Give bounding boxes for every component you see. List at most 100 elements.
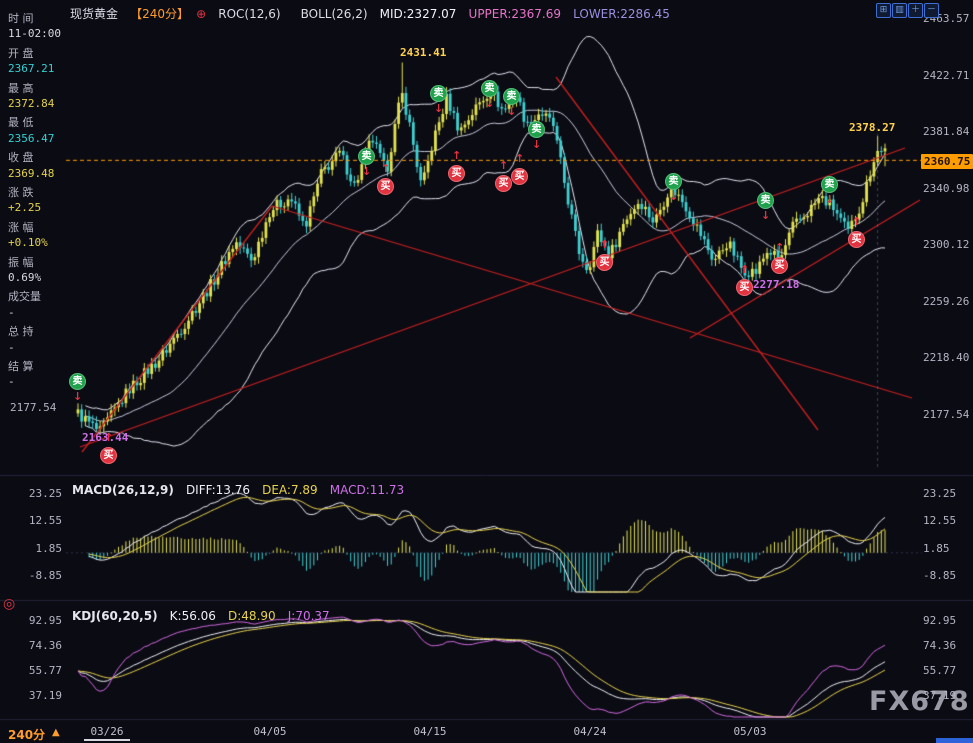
price-annotation: 2277.18	[753, 278, 799, 291]
price-annotation: 2431.41	[400, 46, 446, 59]
date-axis-label: 04/15	[408, 725, 452, 738]
macd-axis-label: 23.25	[18, 487, 62, 500]
date-axis-label: 04/24	[568, 725, 612, 738]
sell-signal-marker[interactable]: 卖	[430, 85, 447, 102]
sidebar-field-value: +0.10%	[8, 236, 48, 249]
buy-signal-marker[interactable]: 买	[771, 257, 788, 274]
timeframe-arrow-icon[interactable]: ▲	[52, 727, 60, 738]
signal-arrow-icon: ↓	[73, 390, 82, 403]
sidebar-field-label: 收 盘	[8, 149, 34, 165]
sidebar-field-label: 涨 跌	[8, 184, 34, 200]
period-selector[interactable]: 【240分】	[130, 7, 189, 21]
sidebar-field-value: +2.25	[8, 201, 41, 214]
price-axis-label: 2422.71	[923, 69, 969, 82]
signal-arrow-icon: ↑	[515, 152, 524, 165]
price-axis-min-label: 2177.54	[10, 401, 56, 414]
candle-style-icon[interactable]: ▥	[892, 3, 907, 18]
date-axis-label: 04/05	[248, 725, 292, 738]
locate-icon[interactable]: ◎	[3, 596, 15, 612]
macd-macd-value: MACD:11.73	[330, 483, 404, 497]
buy-signal-marker[interactable]: 买	[736, 279, 753, 296]
sell-signal-marker[interactable]: 卖	[528, 121, 545, 138]
kdj-axis-label: 37.19	[923, 689, 956, 702]
kdj-k-value: K:56.06	[170, 609, 216, 623]
macd-title[interactable]: MACD(26,12,9)	[72, 483, 174, 497]
signal-arrow-icon: ↓	[507, 105, 516, 118]
kdj-axis-label: 74.36	[18, 639, 62, 652]
macd-header: MACD(26,12,9) DIFF:13.76 DEA:7.89 MACD:1…	[72, 479, 411, 498]
chart-overlay: 现货黄金 【240分】 ⊕ ROC(12,6) BOLL(26,2) MID:2…	[0, 0, 973, 743]
macd-axis-label: 23.25	[923, 487, 956, 500]
price-annotation: 2163.44	[82, 431, 128, 444]
sell-signal-marker[interactable]: 卖	[821, 176, 838, 193]
kdj-axis-label: 92.95	[18, 614, 62, 627]
sell-signal-marker[interactable]: 卖	[665, 173, 682, 190]
price-axis-label: 2218.40	[923, 351, 969, 364]
buy-signal-marker[interactable]: 买	[448, 165, 465, 182]
buy-signal-marker[interactable]: 买	[377, 178, 394, 195]
signal-arrow-icon: ↑	[775, 241, 784, 254]
date-axis-label: 03/26	[85, 725, 129, 738]
signal-arrow-icon: ↓	[434, 102, 443, 115]
sidebar-field-label: 总 持	[8, 323, 34, 339]
scrollbar-thumb[interactable]	[936, 738, 973, 743]
sidebar-field-label: 时 间	[8, 10, 34, 26]
refresh-icon[interactable]: ⊕	[196, 7, 206, 21]
macd-axis-label: 1.85	[18, 542, 62, 555]
price-axis-label: 2300.12	[923, 238, 969, 251]
buy-signal-marker[interactable]: 买	[848, 231, 865, 248]
kdj-axis-label: 74.36	[923, 639, 956, 652]
kdj-axis-label: 55.77	[18, 664, 62, 677]
macd-dea-value: DEA:7.89	[262, 483, 318, 497]
buy-signal-marker[interactable]: 买	[495, 175, 512, 192]
date-axis-label: 05/03	[728, 725, 772, 738]
buy-signal-marker[interactable]: 买	[596, 254, 613, 271]
sidebar-field-value: -	[8, 341, 15, 354]
kdj-d-value: D:48.90	[228, 609, 276, 623]
sell-signal-marker[interactable]: 卖	[481, 80, 498, 97]
signal-arrow-icon: ↑	[381, 162, 390, 175]
timeframe-label[interactable]: 240分	[8, 726, 45, 743]
sidebar-field-label: 成交量	[8, 288, 41, 304]
buy-signal-marker[interactable]: 买	[511, 168, 528, 185]
kdj-header: KDJ(60,20,5) K:56.06 D:48.90 J:70.37	[72, 605, 337, 624]
sidebar-field-value: 11-02:00	[8, 27, 61, 40]
signal-arrow-icon: ↓	[761, 209, 770, 222]
boll-lower-value: LOWER:2286.45	[573, 7, 670, 21]
grid-layout-icon[interactable]: ⊞	[876, 3, 891, 18]
macd-axis-label: -8.85	[923, 569, 956, 582]
kdj-title[interactable]: KDJ(60,20,5)	[72, 609, 158, 623]
boll-indicator-label[interactable]: BOLL(26,2)	[301, 7, 368, 21]
sell-signal-marker[interactable]: 卖	[69, 373, 86, 390]
signal-arrow-icon: ↓	[825, 193, 834, 206]
signal-arrow-icon: ↑	[600, 238, 609, 251]
signal-arrow-icon: ↓	[532, 138, 541, 151]
scroll-indicator[interactable]	[84, 739, 130, 741]
sell-signal-marker[interactable]: 卖	[358, 148, 375, 165]
sell-signal-marker[interactable]: 卖	[757, 192, 774, 209]
signal-arrow-icon: ↓	[362, 165, 371, 178]
sidebar-field-label: 最 低	[8, 114, 34, 130]
price-axis-label: 2381.84	[923, 125, 969, 138]
sell-signal-marker[interactable]: 卖	[503, 88, 520, 105]
signal-arrow-icon: ↓	[485, 97, 494, 110]
sidebar-field-label: 最 高	[8, 80, 34, 96]
roc-indicator-label[interactable]: ROC(12,6)	[218, 7, 280, 21]
sidebar-field-label: 涨 幅	[8, 219, 34, 235]
signal-arrow-icon: ↑	[852, 215, 861, 228]
buy-signal-marker[interactable]: 买	[100, 447, 117, 464]
kdj-axis-label: 37.19	[18, 689, 62, 702]
macd-axis-label: 12.55	[18, 514, 62, 527]
last-price-tag: 2360.75	[921, 154, 973, 169]
price-axis-label: 2259.26	[923, 295, 969, 308]
signal-arrow-icon: ↑	[740, 263, 749, 276]
macd-axis-label: 12.55	[923, 514, 956, 527]
kdj-axis-label: 92.95	[923, 614, 956, 627]
zoom-out-icon[interactable]: －	[924, 3, 939, 18]
zoom-in-icon[interactable]: ＋	[908, 3, 923, 18]
sidebar-field-value: -	[8, 375, 15, 388]
trading-chart-app: 现货黄金 【240分】 ⊕ ROC(12,6) BOLL(26,2) MID:2…	[0, 0, 973, 743]
sidebar-field-value: 2356.47	[8, 132, 54, 145]
sidebar-field-value: -	[8, 306, 15, 319]
price-axis-label: 2340.98	[923, 182, 969, 195]
